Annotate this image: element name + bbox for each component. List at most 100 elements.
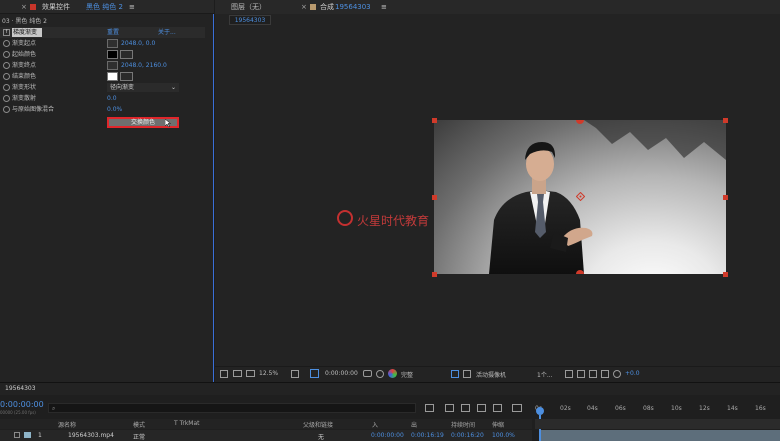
graph-editor-icon[interactable]: [512, 404, 522, 412]
property-value[interactable]: 2048.0, 0.0: [121, 38, 155, 49]
effect-controls-panel: × 效果控件 黑色 纯色 2 ≡ 03 · 黑色 纯色 2 f 梯度渐变 重置 …: [0, 0, 214, 382]
flowchart-icon[interactable]: [601, 370, 609, 378]
camera-dropdown[interactable]: 活动摄像机: [476, 370, 506, 379]
col-in[interactable]: 入: [372, 420, 378, 429]
resolution-dropdown[interactable]: 完整: [401, 370, 413, 379]
toggle-transparency-icon[interactable]: [463, 370, 471, 378]
timeline-panel: 19564303 0:00:00:00 00000 (25.00 fps) ⌕ …: [0, 382, 780, 441]
layer-out-point[interactable]: 0:00:16:19: [411, 432, 444, 439]
layer-handle-right[interactable]: [723, 195, 728, 200]
always-preview-icon[interactable]: [220, 370, 228, 378]
stopwatch-icon[interactable]: [3, 95, 10, 102]
layer-handle-left[interactable]: [432, 195, 437, 200]
layer-handle-bottom-left[interactable]: [432, 272, 437, 277]
visibility-icon[interactable]: [14, 432, 20, 438]
layer-label-color[interactable]: [24, 432, 31, 438]
property-label: 渐变终点: [12, 62, 37, 69]
zoom-dropdown[interactable]: 12.5%: [259, 370, 278, 377]
eyedropper-icon[interactable]: [120, 72, 133, 81]
reset-link[interactable]: 重置: [107, 27, 119, 38]
work-area-bar[interactable]: [535, 419, 780, 429]
motion-blur-icon[interactable]: [493, 404, 502, 412]
col-stretch[interactable]: 伸缩: [492, 420, 504, 429]
fx-toggle-icon[interactable]: f: [3, 29, 10, 36]
panel-menu-icon[interactable]: ≡: [129, 0, 135, 14]
shy-layers-icon[interactable]: [461, 404, 470, 412]
effect-header-row: f 梯度渐变 重置 关于...: [0, 27, 205, 38]
end-color-swatch[interactable]: [107, 72, 118, 81]
monitor-icon[interactable]: [233, 370, 242, 377]
effect-name[interactable]: 梯度渐变: [12, 28, 42, 37]
exposure-value[interactable]: +0.0: [625, 370, 640, 377]
frame-blending-icon[interactable]: [477, 404, 486, 412]
stopwatch-icon[interactable]: [3, 106, 10, 113]
stopwatch-icon[interactable]: [3, 40, 10, 47]
property-value[interactable]: 0.0%: [107, 104, 122, 115]
viewer-timecode[interactable]: 0:00:00:00: [325, 370, 358, 377]
mouse-cursor-icon: [165, 119, 171, 127]
masks-icon[interactable]: [246, 370, 255, 377]
layer-duration-bar[interactable]: [541, 430, 780, 441]
anchor-point-icon[interactable]: [576, 192, 585, 201]
swap-colors-button[interactable]: 交换颜色: [107, 117, 179, 128]
panel-close-icon[interactable]: ×: [301, 0, 307, 14]
title-safe-icon[interactable]: [291, 370, 299, 378]
snapshot-icon[interactable]: [363, 370, 372, 377]
composition-tab[interactable]: 合成: [320, 0, 334, 14]
timeline-search-input[interactable]: ⌕: [48, 403, 416, 413]
about-link[interactable]: 关于...: [158, 27, 176, 38]
region-of-interest-icon[interactable]: [451, 370, 459, 378]
property-label: 结束颜色: [12, 73, 37, 80]
time-ruler[interactable]: 0s 02s 04s 06s 08s 10s 12s 14s 16s: [533, 403, 780, 415]
transparency-grid-icon[interactable]: [310, 369, 319, 378]
settings-icon[interactable]: [613, 370, 621, 378]
effect-controls-tab[interactable]: 效果控件: [42, 0, 70, 14]
layer-duration[interactable]: 0:00:16:20: [451, 432, 484, 439]
comp-flowchart-tab[interactable]: 19564303: [229, 15, 271, 25]
layer-handle-top-left[interactable]: [432, 118, 437, 123]
crosshair-icon[interactable]: [107, 61, 118, 70]
shape-dropdown[interactable]: 径向渐变 ⌄: [107, 83, 179, 92]
stopwatch-icon[interactable]: [3, 73, 10, 80]
draft-3d-icon[interactable]: [577, 370, 585, 378]
col-duration[interactable]: 持续时间: [451, 420, 475, 429]
channel-icon[interactable]: [388, 369, 397, 378]
col-parent[interactable]: 父级和链接: [303, 420, 333, 429]
ruler-tick: 16s: [755, 405, 766, 412]
composition-frame[interactable]: [434, 120, 726, 274]
property-label: 渐变形状: [12, 84, 37, 91]
layer-in-point[interactable]: 0:00:00:00: [371, 432, 404, 439]
col-source-name[interactable]: 源名称: [58, 420, 76, 429]
col-mode[interactable]: 模式: [133, 420, 145, 429]
col-out[interactable]: 出: [411, 420, 417, 429]
property-value[interactable]: 2048.0, 2160.0: [121, 60, 167, 71]
stopwatch-icon[interactable]: [3, 51, 10, 58]
layer-viewer-tab[interactable]: 图层（无）: [231, 0, 266, 14]
eyedropper-icon[interactable]: [120, 50, 133, 59]
layer-handle-top-right[interactable]: [723, 118, 728, 123]
draft-3d-toggle-icon[interactable]: [445, 404, 454, 412]
property-row: 渐变起点 2048.0, 0.0: [0, 38, 205, 49]
stopwatch-icon[interactable]: [3, 62, 10, 69]
property-value[interactable]: 0.0: [107, 93, 117, 104]
layer-row[interactable]: 1 19564303.mp4 正常 无 0:00:00:00 0:00:16:1…: [0, 430, 532, 441]
view-options-icon[interactable]: [565, 370, 573, 378]
reset-exposure-icon[interactable]: [589, 370, 597, 378]
property-label: 渐变散射: [12, 95, 37, 102]
show-snapshot-icon[interactable]: [376, 370, 384, 378]
comp-mini-flowchart-icon[interactable]: [425, 404, 434, 412]
col-trkmat[interactable]: T TrkMat: [174, 420, 200, 427]
crosshair-icon[interactable]: [107, 39, 118, 48]
timeline-comp-tab[interactable]: 19564303: [5, 385, 36, 392]
stopwatch-icon[interactable]: [3, 84, 10, 91]
current-time-indicator[interactable]: [536, 407, 544, 415]
layer-stretch[interactable]: 100.0%: [492, 432, 515, 439]
gradient-end-point[interactable]: [576, 270, 584, 274]
start-color-swatch[interactable]: [107, 50, 118, 59]
layer-name[interactable]: 19564303.mp4: [68, 432, 114, 439]
views-dropdown[interactable]: 1个...: [537, 370, 553, 379]
timeline-timecode[interactable]: 0:00:00:00: [0, 400, 44, 409]
panel-menu-icon[interactable]: ≡: [381, 0, 387, 14]
panel-close-icon[interactable]: ×: [21, 0, 27, 14]
layer-handle-bottom-right[interactable]: [723, 272, 728, 277]
